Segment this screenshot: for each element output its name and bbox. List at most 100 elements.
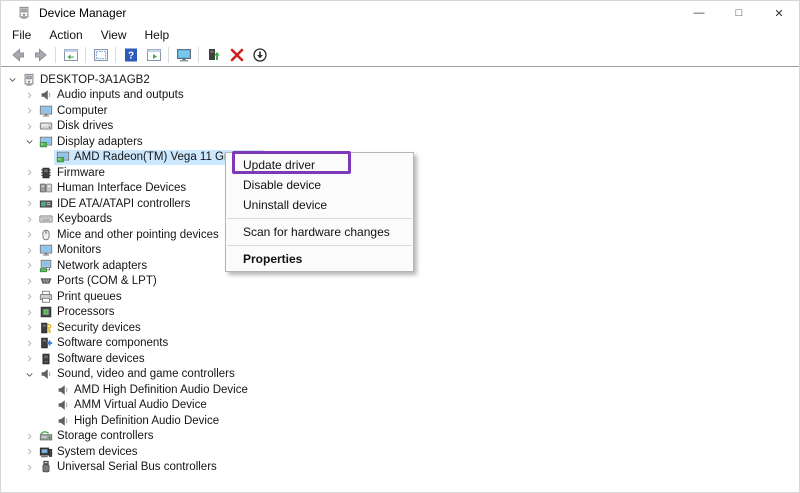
chevron-right-icon[interactable] (22, 321, 37, 335)
tree-item-label: Mice and other pointing devices (57, 229, 219, 241)
chevron-right-icon[interactable] (22, 290, 37, 304)
close-icon: ✕ (774, 7, 783, 20)
speaker-icon (55, 398, 70, 412)
chevron-spacer (39, 398, 54, 412)
chevron-right-icon[interactable] (22, 104, 37, 118)
tree-item-audio-inputs-and-outputs[interactable]: Audio inputs and outputs (1, 88, 799, 104)
tree-item-desktop-3a1agb2[interactable]: DESKTOP-3A1AGB2 (1, 72, 799, 88)
chevron-right-icon[interactable] (22, 88, 37, 102)
toolbar-properties-window-button[interactable] (89, 45, 112, 65)
tree-item-label: Computer (57, 105, 108, 117)
maximize-button[interactable]: □ (719, 1, 759, 25)
pc-icon (21, 73, 36, 87)
tree-item-disk-drives[interactable]: Disk drives (1, 119, 799, 135)
menu-view[interactable]: View (92, 28, 136, 42)
chevron-down-icon[interactable] (5, 73, 20, 87)
tree-item-label: Software components (57, 337, 168, 349)
tree-item-label: Storage controllers (57, 430, 154, 442)
menu-file[interactable]: File (3, 28, 40, 42)
menu-help[interactable]: Help (136, 28, 179, 42)
chevron-right-icon[interactable] (22, 274, 37, 288)
tree-item-display-adapters[interactable]: Display adapters (1, 134, 799, 150)
toolbar-help-button[interactable]: ? (119, 45, 142, 65)
close-button[interactable]: ✕ (759, 1, 799, 25)
title-bar: Device Manager —□✕ (1, 1, 799, 25)
svg-text:?: ? (127, 51, 133, 62)
tree-item-system-devices[interactable]: System devices (1, 444, 799, 460)
tree-item-high-definition-audio-device[interactable]: High Definition Audio Device (1, 413, 799, 429)
context-menu-item-properties[interactable]: Properties (226, 249, 413, 269)
printer-icon (38, 290, 53, 304)
tree-item-computer[interactable]: Computer (1, 103, 799, 119)
minimize-button[interactable]: — (679, 1, 719, 25)
tree-item-label: AMD High Definition Audio Device (74, 384, 248, 396)
speaker-icon (38, 88, 53, 102)
tree-item-storage-controllers[interactable]: Storage controllers (1, 429, 799, 445)
toolbar-uninstall-device-button[interactable] (225, 45, 248, 65)
chevron-right-icon[interactable] (22, 228, 37, 242)
chevron-right-icon[interactable] (22, 336, 37, 350)
tree-item-label: Firmware (57, 167, 105, 179)
menu-action[interactable]: Action (40, 28, 91, 42)
chevron-right-icon[interactable] (22, 259, 37, 273)
toolbar-update-driver-button[interactable] (202, 45, 225, 65)
context-menu-item-update-driver[interactable]: Update driver (226, 155, 413, 175)
chevron-right-icon[interactable] (22, 243, 37, 257)
context-menu-item-uninstall-device[interactable]: Uninstall device (226, 195, 413, 215)
tree-item-security-devices[interactable]: Security devices (1, 320, 799, 336)
processor-icon (38, 305, 53, 319)
toolbar-separator (115, 47, 116, 63)
tree-item-amd-high-definition-audio-device[interactable]: AMD High Definition Audio Device (1, 382, 799, 398)
forward-icon (33, 47, 49, 63)
chevron-right-icon[interactable] (22, 197, 37, 211)
toolbar-separator (55, 47, 56, 63)
chevron-right-icon[interactable] (22, 429, 37, 443)
toolbar-action-pane-button[interactable] (142, 45, 165, 65)
chevron-down-icon[interactable] (22, 135, 37, 149)
properties-window-icon (93, 47, 109, 63)
mouse-icon (38, 228, 53, 242)
action-pane-icon (146, 47, 162, 63)
tree-item-amm-virtual-audio-device[interactable]: AMM Virtual Audio Device (1, 398, 799, 414)
usb-icon (38, 460, 53, 474)
chevron-right-icon[interactable] (22, 119, 37, 133)
chevron-right-icon[interactable] (22, 212, 37, 226)
tree-item-processors[interactable]: Processors (1, 305, 799, 321)
toolbar-back-button[interactable] (6, 45, 29, 65)
tree-item-universal-serial-bus-controllers[interactable]: Universal Serial Bus controllers (1, 460, 799, 476)
chevron-right-icon[interactable] (22, 460, 37, 474)
network-icon (38, 259, 53, 273)
chevron-right-icon[interactable] (22, 166, 37, 180)
context-menu-item-scan-for-hardware-changes[interactable]: Scan for hardware changes (226, 222, 413, 242)
device-manager-icon (17, 6, 31, 20)
chevron-right-icon[interactable] (22, 445, 37, 459)
port-icon (38, 274, 53, 288)
chevron-right-icon[interactable] (22, 305, 37, 319)
tree-item-label: Sound, video and game controllers (57, 368, 235, 380)
tree-item-sound-video-and-game-controllers[interactable]: Sound, video and game controllers (1, 367, 799, 383)
chevron-down-icon[interactable] (22, 367, 37, 381)
tree-item-label: Network adapters (57, 260, 147, 272)
chevron-right-icon[interactable] (22, 352, 37, 366)
back-icon (10, 47, 26, 63)
context-menu-item-disable-device[interactable]: Disable device (226, 175, 413, 195)
toolbar-forward-button[interactable] (29, 45, 52, 65)
chevron-right-icon[interactable] (22, 181, 37, 195)
toolbar-computer-button[interactable] (172, 45, 195, 65)
update-driver-icon (206, 47, 222, 63)
toolbar-separator (168, 47, 169, 63)
tree-item-label: Audio inputs and outputs (57, 89, 184, 101)
software-component-icon (38, 336, 53, 350)
tree-item-software-components[interactable]: Software components (1, 336, 799, 352)
tree-item-ports-com-lpt[interactable]: Ports (COM & LPT) (1, 274, 799, 290)
toolbar-separator (85, 47, 86, 63)
display-icon (55, 150, 70, 164)
maximize-icon: □ (736, 7, 743, 19)
tree-item-label: Keyboards (57, 213, 112, 225)
tree-item-label: Display adapters (57, 136, 143, 148)
toolbar-disable-device-button[interactable] (248, 45, 271, 65)
storage-icon (38, 429, 53, 443)
tree-item-software-devices[interactable]: Software devices (1, 351, 799, 367)
toolbar-show-console-tree-button[interactable] (59, 45, 82, 65)
tree-item-print-queues[interactable]: Print queues (1, 289, 799, 305)
